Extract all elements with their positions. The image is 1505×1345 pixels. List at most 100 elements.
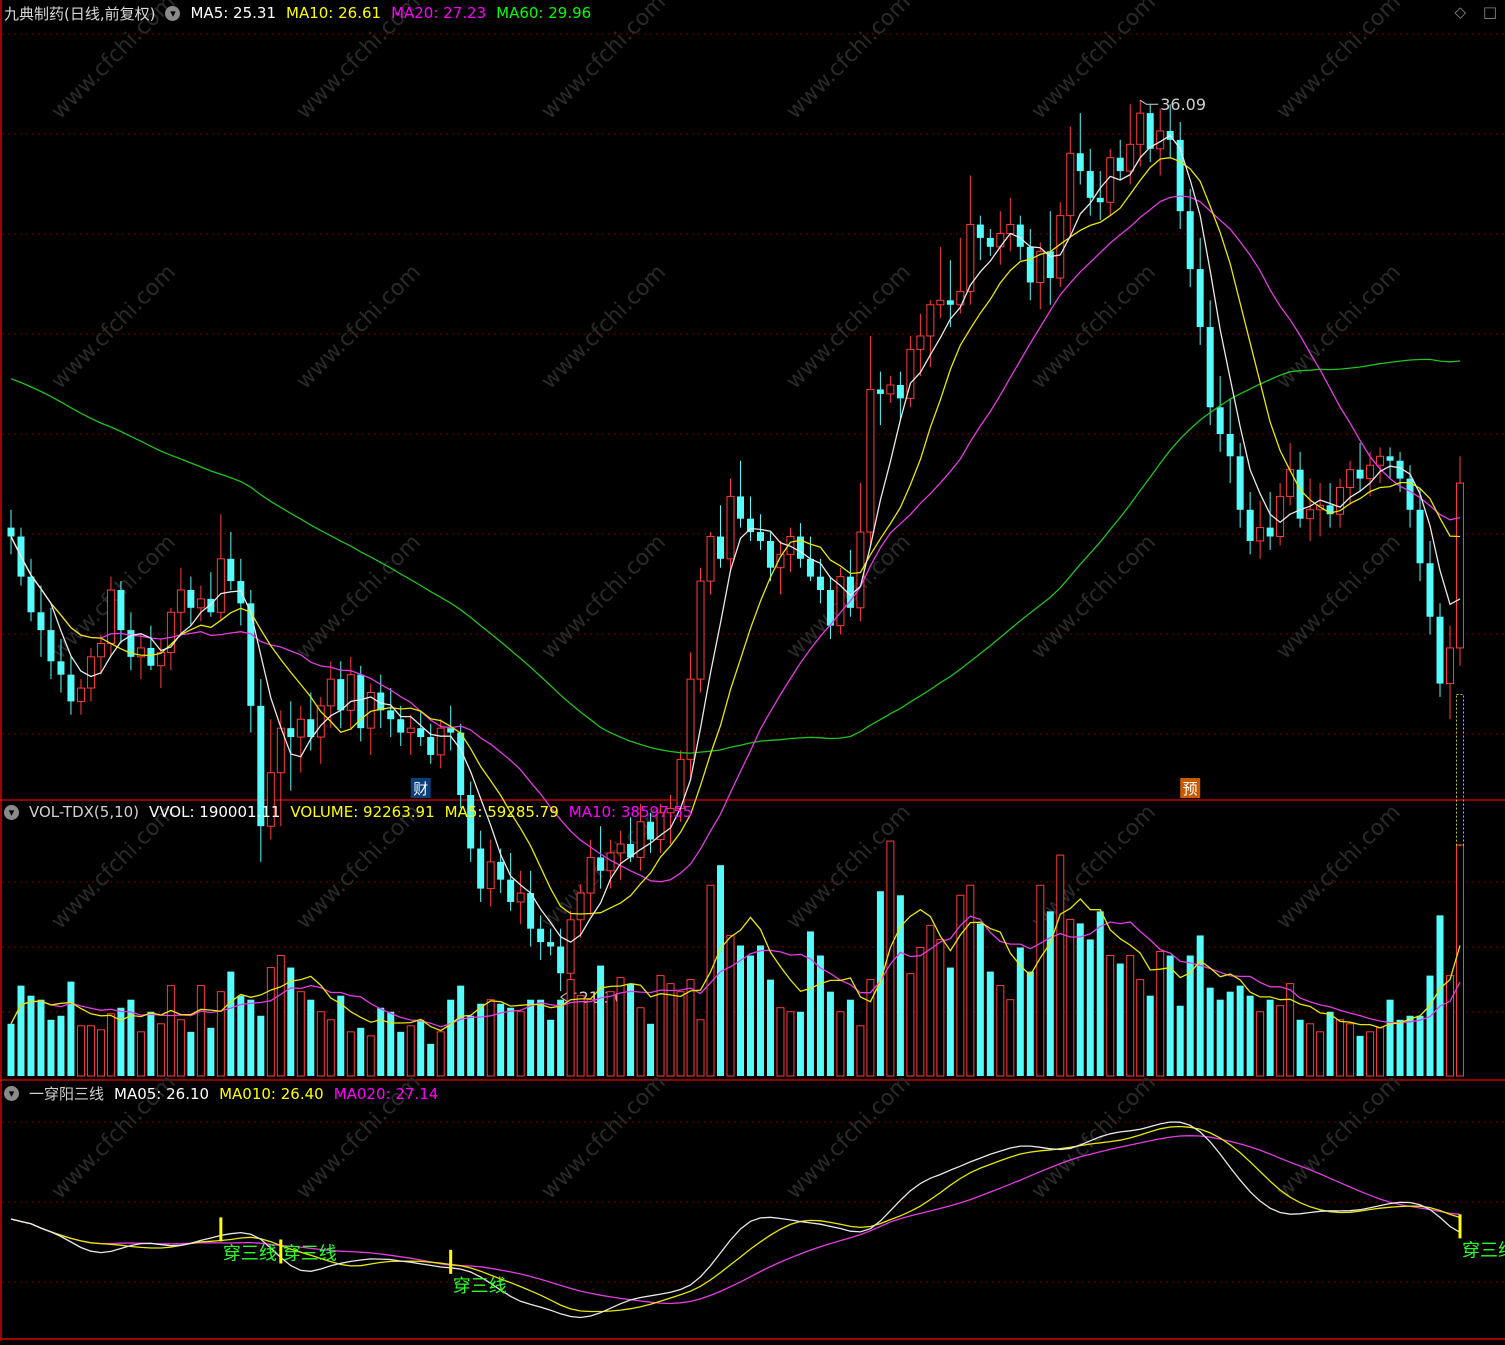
volume-bar <box>1316 1031 1325 1077</box>
candle-body <box>296 718 305 738</box>
volume-bar <box>896 895 904 1076</box>
signal-label: 穿三线 <box>453 1276 507 1297</box>
volume-bar <box>377 1007 385 1076</box>
candle-body <box>436 727 445 756</box>
signal-label: 穿三线 <box>223 1243 277 1264</box>
volume-bar <box>477 1003 485 1076</box>
volume-bar <box>166 985 175 1077</box>
candle-body <box>566 919 575 974</box>
chevron-down-icon[interactable]: ▾ <box>4 804 19 820</box>
volume-bar <box>257 1015 265 1076</box>
volume-bar <box>266 967 275 1077</box>
volume-bar <box>996 985 1005 1077</box>
candle-body <box>1026 246 1034 283</box>
volume-bar <box>1096 911 1104 1076</box>
chevron-down-icon[interactable]: ▾ <box>4 1085 19 1101</box>
candle-body <box>876 389 884 394</box>
candle-body <box>886 384 895 395</box>
watermark-text: www.cfchi.com <box>47 260 181 394</box>
candle-body <box>96 642 105 658</box>
vol-label-4: MA10: 38597.55 <box>568 803 693 821</box>
volume-bar <box>627 983 635 1076</box>
volume-bar <box>326 1019 335 1077</box>
candle-body <box>1276 495 1285 538</box>
volume-bar <box>597 965 605 1076</box>
diamond-icon[interactable]: ◇ <box>1454 3 1466 21</box>
ma20-line <box>10 195 1461 883</box>
volume-bar <box>237 995 245 1076</box>
volume-bar <box>1456 844 1465 1077</box>
chevron-down-icon[interactable]: ▾ <box>165 5 181 21</box>
volume-bar <box>1156 951 1165 1077</box>
stock-title[interactable]: 九典制药(日线,前复权) <box>4 3 155 24</box>
marker-text: 预 <box>1183 780 1198 798</box>
volume-bar <box>417 1019 425 1076</box>
volume-bar <box>806 931 814 1076</box>
candle-body <box>67 674 75 702</box>
candle-body <box>866 388 875 533</box>
candle-body <box>397 719 405 733</box>
volume-bar <box>986 971 994 1076</box>
volume-bar <box>1196 935 1204 1076</box>
candle-body <box>916 335 925 350</box>
volume-bar <box>856 1025 865 1077</box>
volume-bar <box>27 995 35 1076</box>
watermark-text: www.cfchi.com <box>1027 800 1161 934</box>
candle-body <box>287 728 295 738</box>
chart-canvas: www.cfchi.com www.cfchi.com www.cfchi.com w… <box>0 0 1505 1341</box>
candle-body <box>557 946 565 974</box>
volume-bar <box>936 938 945 1077</box>
volume-bar <box>1426 975 1434 1076</box>
candle-body <box>1446 647 1455 685</box>
candle-body <box>1246 509 1254 541</box>
volume-bar <box>676 991 685 1077</box>
volume-legend: VOL-TDX(5,10) VVOL: 190001.11 VOLUME: 9226… <box>29 803 702 821</box>
high-pointer <box>1139 99 1159 105</box>
square-icon[interactable]: □ <box>1483 3 1497 21</box>
volume-bar <box>1056 854 1065 1077</box>
candle-body <box>326 678 335 707</box>
candle-body <box>1376 455 1385 466</box>
volume-bar <box>1206 987 1214 1076</box>
candle-body <box>227 558 235 582</box>
candle-body <box>706 536 715 582</box>
volume-bar <box>287 967 295 1076</box>
watermark-text: www.cfchi.com <box>782 800 916 934</box>
volume-bar <box>37 999 45 1076</box>
volume-bar <box>47 1019 55 1076</box>
candle-body <box>636 821 645 858</box>
volume-bar <box>196 985 205 1077</box>
volume-bar <box>486 999 495 1077</box>
volume-bar <box>1326 1011 1334 1076</box>
volume-bar <box>866 979 875 1077</box>
volume-bar <box>1266 999 1274 1076</box>
volume-bar <box>86 1025 95 1077</box>
volume-bar <box>1176 1005 1184 1076</box>
volume-bar <box>1356 1035 1364 1076</box>
ma-label-3: MA60: 29.96 <box>496 4 592 22</box>
indicator-label-0: 一穿阳三线 <box>29 1084 105 1103</box>
candle-body <box>1306 509 1315 520</box>
candle-body <box>1426 563 1434 617</box>
candle-body <box>766 540 774 568</box>
candle-body <box>1126 143 1135 172</box>
volume-bar <box>836 1011 845 1077</box>
volume-bar <box>227 971 235 1076</box>
volume-bar <box>1396 1019 1404 1076</box>
watermark-text: www.cfchi.com <box>1272 1070 1406 1204</box>
candle-body <box>1456 482 1465 649</box>
candle-body <box>76 687 85 702</box>
candle-body <box>1096 197 1104 203</box>
indicator-ma020-line <box>10 1135 1461 1305</box>
volume-bar <box>296 991 305 1077</box>
candle-body <box>1256 527 1265 542</box>
volume-bar <box>427 1043 435 1076</box>
volume-bar <box>1286 983 1295 1077</box>
volume-bar <box>1386 999 1394 1076</box>
watermark-text: www.cfchi.com <box>1027 260 1161 394</box>
volume-bar <box>647 1023 655 1076</box>
volume-bar <box>1436 915 1444 1076</box>
volume-bar <box>406 1025 415 1077</box>
candle-body <box>337 679 345 711</box>
volume-bar <box>1416 1015 1424 1076</box>
